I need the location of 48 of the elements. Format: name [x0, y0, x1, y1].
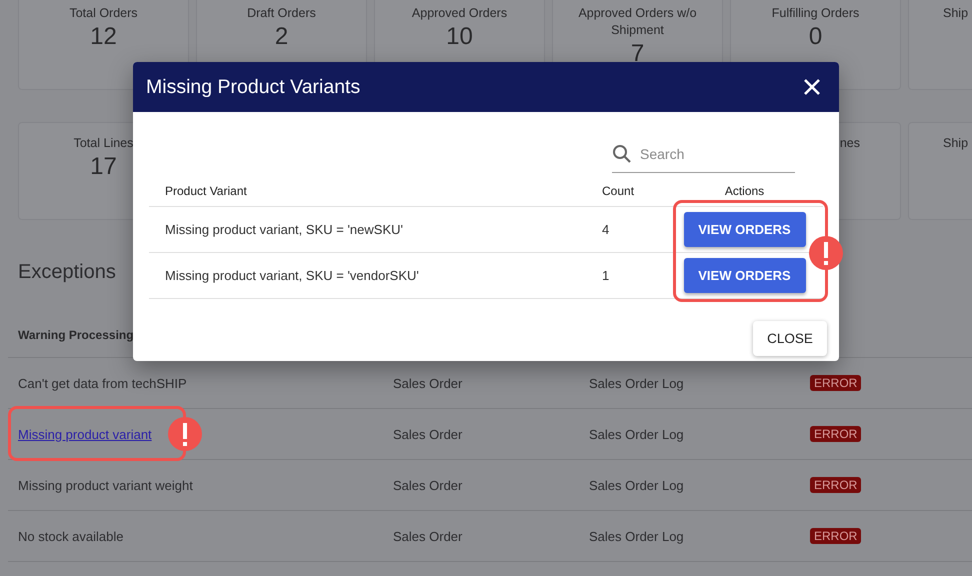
- card-label: Fulfilling Orders: [772, 5, 860, 22]
- card-value: 17: [90, 154, 117, 180]
- card-label: nes: [840, 135, 860, 152]
- table-cell-text: No stock available: [18, 528, 124, 544]
- column-header: Actions: [724, 184, 764, 198]
- status-badge: ERROR: [810, 477, 862, 493]
- card-value: 2: [274, 24, 288, 50]
- column-header[interactable]: Warning Processing: [18, 328, 134, 342]
- card-label: Total Orders: [69, 5, 138, 22]
- close-button[interactable]: CLOSE: [753, 321, 827, 356]
- card-label: Total Lines: [74, 135, 134, 152]
- exception-link[interactable]: Missing product variant: [18, 426, 152, 442]
- status-badge: ERROR: [810, 426, 862, 442]
- status-badge: ERROR: [810, 375, 862, 391]
- table-cell-text: Sales Order Log: [589, 426, 685, 442]
- status-badge: ERROR: [810, 528, 862, 544]
- card-label: Approved Orders: [412, 5, 508, 22]
- table-cell-text: Sales Order: [393, 426, 464, 442]
- exclamation-icon: [168, 417, 202, 451]
- column-header: Count: [601, 184, 634, 198]
- dialog-title: Missing Product Variants: [146, 76, 360, 98]
- search-field[interactable]: Search: [612, 135, 795, 173]
- view-orders-button[interactable]: VIEW ORDERS: [684, 258, 806, 293]
- search-icon: [612, 144, 632, 164]
- table-cell-text: Sales Order Log: [589, 376, 685, 390]
- view-orders-button[interactable]: VIEW ORDERS: [684, 212, 806, 247]
- table-cell-text: Sales Order: [393, 528, 464, 544]
- table-cell-text: Sales Order: [393, 478, 464, 492]
- card-value: 10: [446, 24, 473, 50]
- card-label: Draft Orders: [247, 5, 316, 22]
- card-value: 12: [90, 24, 117, 50]
- table-cell-text: Missing product variant, SKU = 'vendorSKU': [164, 268, 420, 283]
- table-cell-text: Can't get data from techSHIP: [18, 376, 188, 390]
- card-label: Ship: [943, 135, 968, 152]
- card-value: 7: [630, 41, 644, 67]
- close-icon[interactable]: [803, 78, 821, 96]
- table-cell-text: Missing product variant, SKU = 'newSKU': [164, 222, 404, 237]
- table-cell-text: Sales Order Log: [589, 528, 685, 544]
- table-cell-text: Missing product variant weight: [18, 478, 194, 492]
- section-heading: Exceptions: [18, 260, 116, 285]
- table-cell-text: Sales Order: [393, 376, 464, 390]
- card-value: 0: [808, 24, 822, 50]
- table-cell-text: 4: [601, 222, 610, 237]
- table-cell-text: 1: [601, 268, 610, 283]
- card-label: Ship: [943, 5, 968, 22]
- card-label: Approved Orders w/o Shipment: [577, 5, 698, 39]
- column-header: Product Variant: [164, 184, 247, 198]
- table-cell-text: Sales Order Log: [589, 478, 685, 492]
